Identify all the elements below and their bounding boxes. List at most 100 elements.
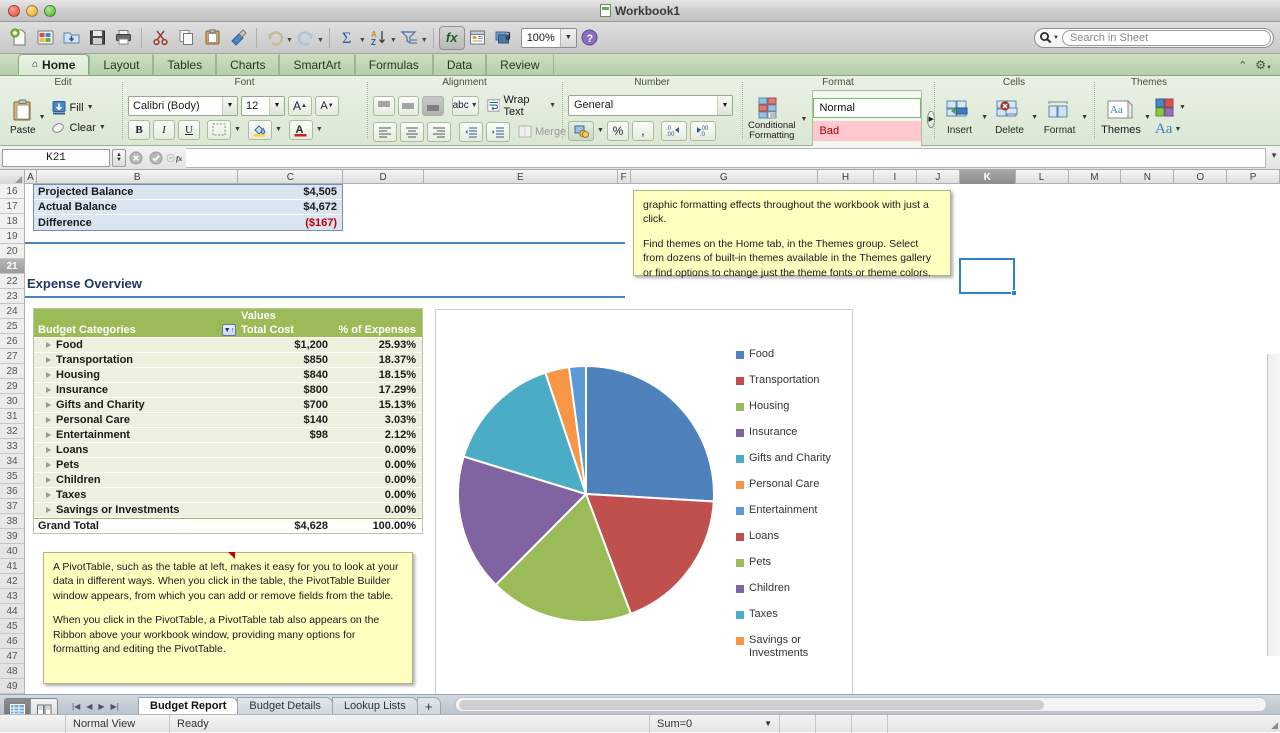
add-sheet-button[interactable]: + [416, 697, 441, 714]
clear-dropdown-arrow[interactable]: ▼ [99, 124, 106, 131]
selected-cell-K21[interactable] [959, 258, 1017, 296]
row-header-43[interactable]: 43 [0, 589, 24, 604]
decrease-decimal-button[interactable]: .00.0 [689, 120, 716, 141]
sheet-nav-arrows[interactable]: |◀ ◀ ▶ ▶| [66, 698, 125, 714]
table-row[interactable]: Children 0.00% [34, 473, 422, 488]
table-row[interactable]: Difference ($167) [34, 215, 342, 230]
italic-button[interactable]: I [153, 119, 175, 140]
row-header-20[interactable]: 20 [0, 244, 24, 259]
table-row[interactable]: Entertainment $98 2.12% [34, 428, 422, 443]
horizontal-scrollbar[interactable] [455, 697, 1267, 712]
expand-triangle-icon[interactable] [46, 372, 51, 378]
pivot-filter-button[interactable]: ▼↑ [222, 324, 236, 336]
expand-triangle-icon[interactable] [46, 477, 51, 483]
column-header-K[interactable]: K [959, 170, 1016, 184]
row-header-37[interactable]: 37 [0, 499, 24, 514]
row-header-23[interactable]: 23 [0, 289, 24, 304]
row-header-40[interactable]: 40 [0, 544, 24, 559]
expand-triangle-icon[interactable] [46, 462, 51, 468]
comment-themes[interactable]: graphic formatting effects throughout th… [633, 190, 951, 279]
row-header-35[interactable]: 35 [0, 469, 24, 484]
horizontal-scroll-thumb[interactable] [459, 700, 1044, 710]
show-toolbox-icon[interactable] [465, 25, 491, 51]
sheet-tab-lookup-lists[interactable]: Lookup Lists [331, 697, 418, 714]
row-header-18[interactable]: 18 [0, 214, 24, 229]
table-row[interactable]: Housing $840 18.15% [34, 368, 422, 383]
column-header-L[interactable]: L [1016, 170, 1069, 184]
cut-icon[interactable] [147, 25, 173, 51]
column-header-E[interactable]: E [424, 170, 618, 184]
print-icon[interactable] [110, 25, 136, 51]
fill-button[interactable]: Fill ▼ [51, 100, 106, 116]
number-format-dropdown-arrow[interactable]: ▼ [717, 95, 732, 115]
increase-indent-button[interactable] [486, 121, 510, 142]
theme-colors-button[interactable]: ▼ [1155, 98, 1186, 118]
delete-dropdown-arrow[interactable]: ▼ [1031, 114, 1038, 121]
gear-icon[interactable]: ⚙▼ [1255, 58, 1272, 72]
align-left-button[interactable] [373, 121, 397, 142]
underline-button[interactable]: U [178, 119, 200, 140]
comma-format-button[interactable]: , [631, 120, 654, 141]
decrease-indent-button[interactable] [459, 121, 483, 142]
font-size-dropdown-arrow[interactable]: ▼ [269, 96, 284, 115]
pie-chart-container[interactable]: Food Transportation Housing Insurance Gifts … [435, 309, 853, 694]
search-area[interactable]: ▼ Search in Sheet [1034, 27, 1274, 48]
font-family-dropdown-arrow[interactable]: ▼ [222, 96, 237, 115]
align-right-button[interactable] [427, 121, 451, 142]
fill-color-dropdown-arrow[interactable]: ▼ [275, 126, 282, 133]
style-normal[interactable]: Normal [813, 97, 922, 118]
legend-item[interactable]: Children [736, 582, 846, 608]
expand-triangle-icon[interactable] [46, 432, 51, 438]
row-header-27[interactable]: 27 [0, 349, 24, 364]
align-top-button[interactable] [373, 95, 395, 116]
legend-item[interactable]: Insurance [736, 426, 846, 452]
font-color-button[interactable]: A [288, 119, 313, 140]
legend-item[interactable]: Loans [736, 530, 846, 556]
name-box[interactable]: K21 [2, 148, 110, 167]
legend-item[interactable]: Entertainment [736, 504, 846, 530]
legend-item[interactable]: Personal Care [736, 478, 846, 504]
decrease-font-size-button[interactable]: A ▼ [315, 95, 339, 116]
legend-item[interactable]: Taxes [736, 608, 846, 634]
delete-cells-button[interactable]: Delete [990, 100, 1029, 136]
row-header-28[interactable]: 28 [0, 364, 24, 379]
insert-dropdown-arrow[interactable]: ▼ [981, 114, 988, 121]
collapse-ribbon-icon[interactable]: ⌃ [1238, 59, 1247, 72]
column-header-D[interactable]: D [343, 170, 424, 184]
sum-indicator[interactable]: Sum=0 ▼ [650, 714, 780, 733]
wrap-text-button[interactable]: Wrap Text ▼ [487, 94, 556, 118]
format-cells-button[interactable]: Format [1040, 100, 1079, 136]
redo-icon[interactable] [293, 25, 319, 51]
last-sheet-icon[interactable]: ▶| [111, 702, 119, 711]
column-header-G[interactable]: G [631, 170, 819, 184]
row-header-44[interactable]: 44 [0, 604, 24, 619]
number-format-select[interactable]: General ▼ [568, 94, 733, 116]
sheet-tab-budget-report[interactable]: Budget Report [138, 697, 239, 714]
row-header-41[interactable]: 41 [0, 559, 24, 574]
row-header-39[interactable]: 39 [0, 529, 24, 544]
tab-review[interactable]: Review [486, 54, 554, 75]
search-input[interactable]: Search in Sheet [1061, 29, 1271, 46]
copy-icon[interactable] [173, 25, 199, 51]
conditional-formatting-button[interactable]: Conditional Formatting [748, 97, 796, 141]
tab-formulas[interactable]: Formulas [354, 54, 433, 75]
style-bad[interactable]: Bad [813, 120, 922, 141]
row-header-45[interactable]: 45 [0, 619, 24, 634]
fill-dropdown-arrow[interactable]: ▼ [87, 104, 94, 111]
increase-font-size-button[interactable]: A ▲ [288, 95, 312, 116]
table-row[interactable]: Food $1,200 25.93% [34, 338, 422, 353]
help-icon[interactable]: ? [577, 25, 603, 51]
column-header-B[interactable]: B [37, 170, 239, 184]
pie-slice-food[interactable] [585, 364, 715, 503]
autosum-icon[interactable]: Σ [335, 25, 361, 51]
table-row[interactable]: Loans 0.00% [34, 443, 422, 458]
orientation-button[interactable]: abc ▼ [451, 95, 479, 116]
pie-chart[interactable] [454, 362, 719, 627]
tab-smartart[interactable]: SmartArt [279, 54, 355, 75]
fill-color-button[interactable] [247, 119, 272, 140]
row-header-38[interactable]: 38 [0, 514, 24, 529]
row-header-24[interactable]: 24 [0, 304, 24, 319]
search-box[interactable]: ▼ Search in Sheet [1034, 27, 1274, 48]
increase-decimal-button[interactable]: .0.00 [660, 120, 687, 141]
formula-bar-expand-arrow[interactable]: ▼ [1270, 151, 1278, 160]
